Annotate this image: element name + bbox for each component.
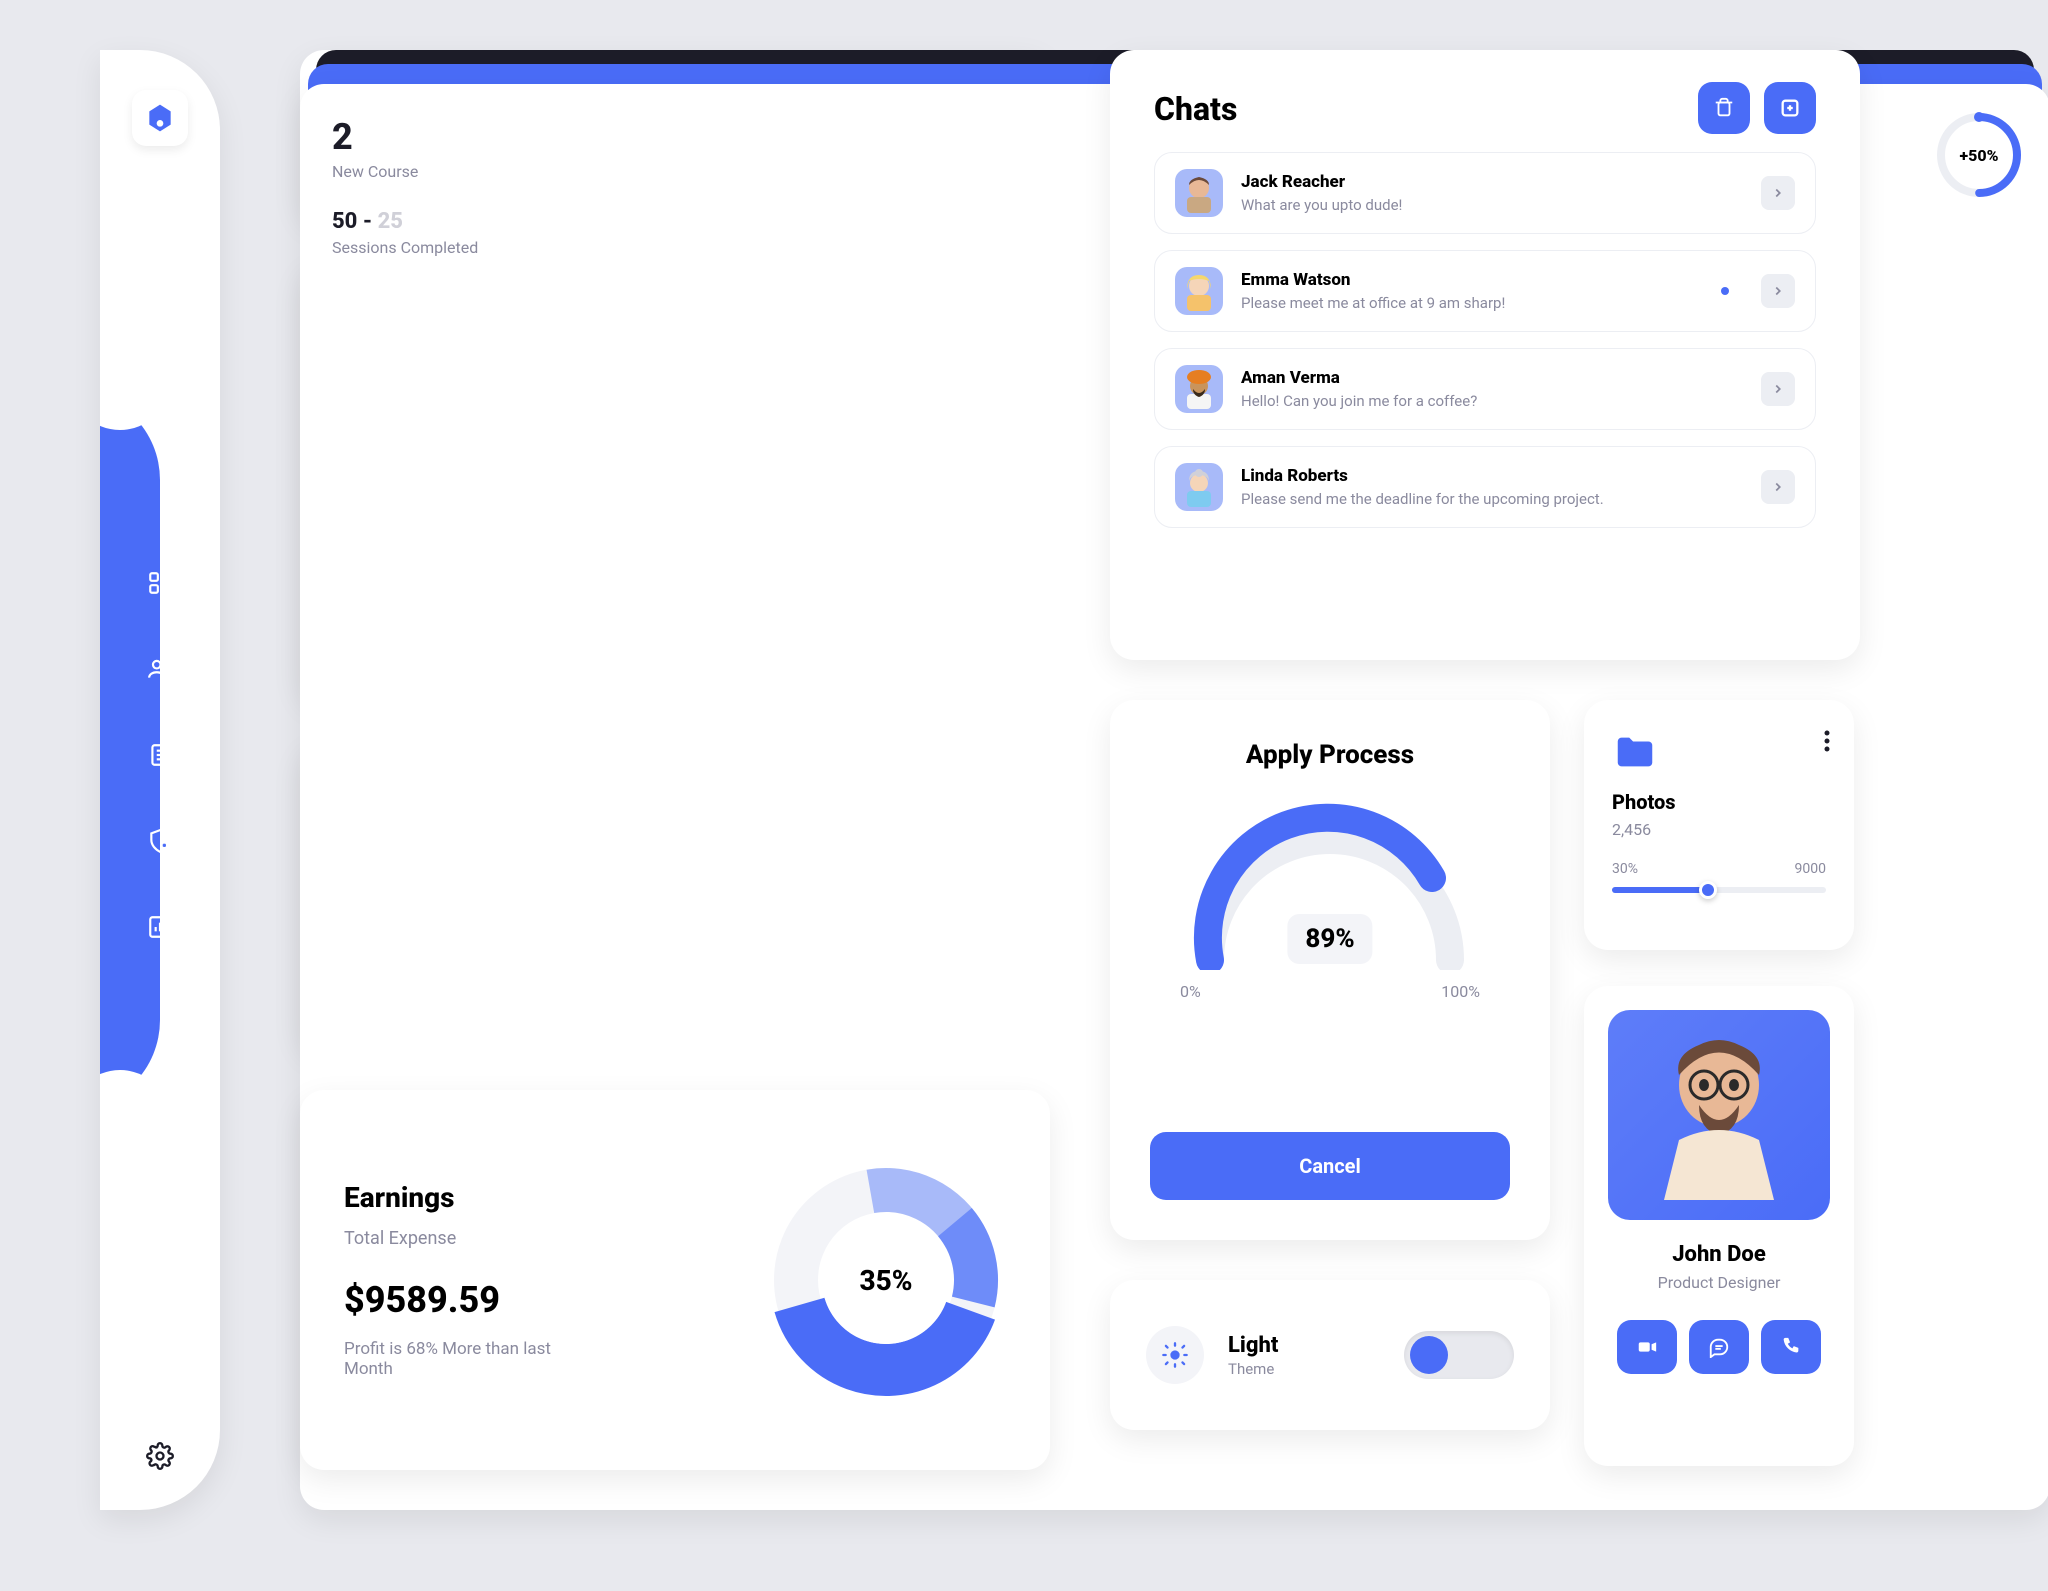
chats-delete-button[interactable] [1698,82,1750,134]
profile-video-button[interactable] [1617,1320,1677,1374]
sidebar-item-shield[interactable] [147,828,173,854]
folder-icon [1612,730,1826,776]
sidebar-item-document[interactable] [147,742,173,768]
earnings-donut: 35% [766,1160,1006,1400]
avatar [1175,169,1223,217]
sidebar-item-users[interactable] [147,656,173,682]
chat-name: Aman Verma [1241,368,1743,388]
avatar [1175,463,1223,511]
course-card-stack: 2 New Course 50 - 25 Sessions Completed … [300,50,660,360]
earnings-title: Earnings [344,1181,604,1214]
photos-slider[interactable] [1612,887,1826,893]
chat-preview: Please meet me at office at 9 am sharp! [1241,294,1703,312]
chat-item[interactable]: Linda Roberts Please send me the deadline… [1154,446,1816,528]
theme-sub: Theme [1228,1360,1278,1378]
profile-name: John Doe [1672,1242,1766,1267]
unread-dot-icon [1721,287,1729,295]
apply-cancel-button[interactable]: Cancel [1150,1132,1510,1200]
chats-card: Chats Jack ReacherWhat are you upto dude… [1110,50,1860,660]
sidebar [100,50,220,1510]
profile-card: John Doe Product Designer [1584,986,1854,1466]
theme-toggle[interactable] [1404,1331,1514,1379]
profile-message-button[interactable] [1689,1320,1749,1374]
settings-button[interactable] [146,1442,174,1470]
profile-avatar [1608,1010,1830,1220]
chevron-right-icon [1761,274,1795,308]
sidebar-item-dashboard[interactable] [147,570,173,596]
apply-title: Apply Process [1246,740,1414,770]
earnings-card: Earnings Total Expense $9589.59 Profit i… [300,1090,1050,1470]
sidebar-item-analytics[interactable] [147,914,173,940]
chat-preview: Please send me the deadline for the upco… [1241,490,1743,508]
chevron-right-icon [1761,372,1795,406]
avatar [1175,267,1223,315]
chat-item[interactable]: Emma Watson Please meet me at office at 9… [1154,250,1816,332]
photos-count: 2,456 [1612,820,1826,839]
photos-more-button[interactable] [1824,730,1830,752]
chats-add-button[interactable] [1764,82,1816,134]
theme-title: Light [1228,1333,1278,1358]
earnings-sub: Total Expense [344,1228,604,1249]
chat-name: Linda Roberts [1241,466,1743,486]
earnings-note: Profit is 68% More than last Month [344,1339,604,1379]
course-progress-ring: +50% [1934,110,2024,200]
earnings-amount: $9589.59 [344,1279,604,1321]
photos-title: Photos [1612,790,1826,814]
chevron-right-icon [1761,176,1795,210]
chat-name: Emma Watson [1241,270,1703,290]
sun-icon [1146,1326,1204,1384]
avatar [1175,365,1223,413]
app-logo [132,90,188,146]
chat-name: Jack Reacher [1241,172,1743,192]
profile-call-button[interactable] [1761,1320,1821,1374]
chat-item[interactable]: Aman Verma Hello! Can you join me for a c… [1154,348,1816,430]
photos-card: Photos 2,456 30%9000 [1584,700,1854,950]
apply-process-card: Apply Process 89% 0%100% Cancel [1110,700,1550,1240]
chevron-right-icon [1761,470,1795,504]
chat-preview: Hello! Can you join me for a coffee? [1241,392,1743,410]
chat-preview: What are you upto dude! [1241,196,1743,214]
chat-item[interactable]: Jack Reacher What are you upto dude! [1154,152,1816,234]
theme-card: Light Theme [1110,1280,1550,1430]
apply-gauge: 89% [1180,800,1480,970]
profile-role: Product Designer [1658,1273,1781,1292]
